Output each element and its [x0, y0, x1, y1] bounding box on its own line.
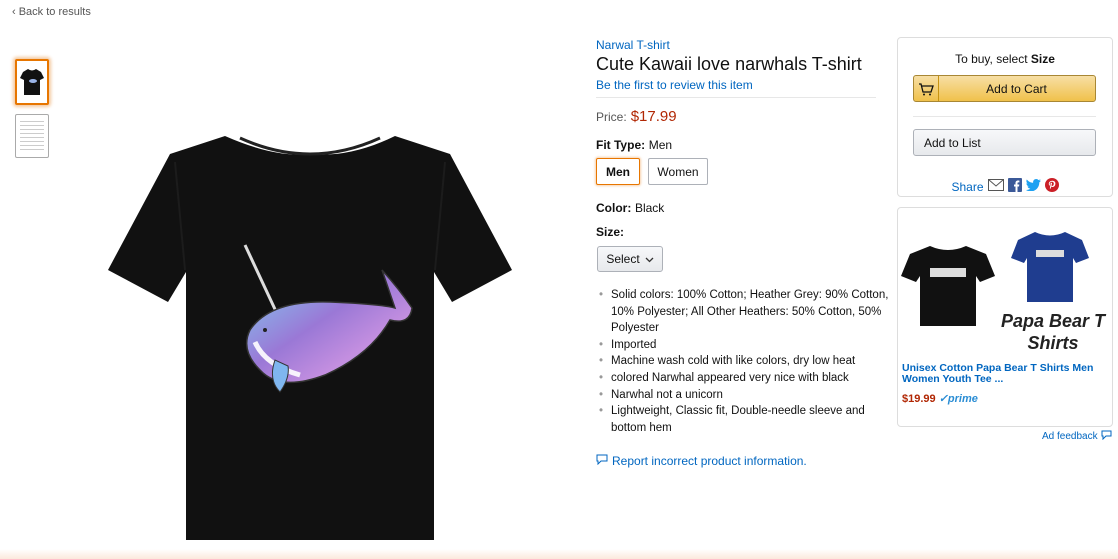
- feature-bullets: Solid colors: 100% Cotton; Heather Grey:…: [596, 287, 896, 436]
- add-to-cart-button[interactable]: Add to Cart: [913, 75, 1096, 102]
- buy-prompt-text: To buy, select: [955, 52, 1031, 66]
- feature-bullet: colored Narwhal appeared very nice with …: [599, 370, 896, 387]
- size-label: Size:: [596, 225, 625, 239]
- ad-blue-shirt-image: [1010, 226, 1090, 307]
- thumbnail-shirt[interactable]: [15, 59, 49, 105]
- report-info-link[interactable]: Report incorrect product information.: [596, 454, 807, 468]
- divider: [913, 116, 1096, 117]
- product-title: Cute Kawaii love narwhals T-shirt: [596, 54, 862, 74]
- brand-link[interactable]: Narwal T-shirt: [596, 38, 670, 52]
- ad-title-link[interactable]: Unisex Cotton Papa Bear T Shirts Men Wom…: [902, 363, 1107, 385]
- back-to-results-link[interactable]: ‹ Back to results: [12, 6, 91, 18]
- page-bottom-strip: [0, 549, 1118, 559]
- facebook-icon[interactable]: [1007, 178, 1022, 195]
- cart-icon: [914, 76, 939, 101]
- email-icon[interactable]: [987, 179, 1004, 194]
- prime-badge: ✓prime: [938, 393, 978, 405]
- first-review-link[interactable]: Be the first to review this item: [596, 78, 753, 92]
- feature-bullet: Lightweight, Classic fit, Double-needle …: [599, 403, 896, 436]
- fit-option-women[interactable]: Women: [648, 158, 708, 185]
- feature-bullet: Imported: [599, 337, 896, 354]
- feature-bullet: Solid colors: 100% Cotton; Heather Grey:…: [599, 287, 896, 337]
- fit-type-label: Fit Type:: [596, 138, 646, 152]
- color-value: Black: [634, 201, 665, 215]
- ad-black-shirt-image: [900, 238, 996, 331]
- narwhal-tshirt-image: [108, 136, 512, 540]
- main-product-image[interactable]: [100, 130, 520, 553]
- share-row: Share: [898, 178, 1112, 195]
- pinterest-icon[interactable]: [1044, 178, 1059, 195]
- comment-icon: [1101, 430, 1112, 443]
- ad-feedback-link[interactable]: Ad feedback: [1042, 430, 1112, 443]
- fit-option-men[interactable]: Men: [596, 158, 640, 185]
- feature-bullet: Narwhal not a unicorn: [599, 387, 896, 404]
- fit-type-row: Fit Type: Men: [596, 137, 672, 152]
- buy-prompt-size: Size: [1030, 52, 1055, 66]
- size-select-label: Select: [606, 252, 640, 266]
- feature-bullet: Machine wash cold with like colors, dry …: [599, 353, 896, 370]
- buy-prompt: To buy, select Size: [898, 52, 1112, 66]
- size-select[interactable]: Select: [597, 246, 663, 272]
- chevron-down-icon: [645, 252, 654, 266]
- share-label: Share: [951, 179, 984, 194]
- report-info-label: Report incorrect product information.: [612, 454, 807, 468]
- buy-box: To buy, select Size Add to Cart Add to L…: [897, 37, 1113, 197]
- color-label: Color:: [596, 201, 632, 215]
- ad-feedback-label: Ad feedback: [1042, 431, 1098, 442]
- thumbnail-size-chart[interactable]: [15, 114, 49, 158]
- comment-icon: [596, 454, 608, 468]
- fit-type-value: Men: [648, 138, 673, 152]
- sponsored-ad[interactable]: Papa Bear T Shirts Unisex Cotton Papa Be…: [897, 207, 1113, 427]
- add-to-cart-label: Add to Cart: [986, 82, 1047, 96]
- ad-tagline: Papa Bear T Shirts: [1000, 311, 1106, 353]
- ad-price: $19.99 ✓prime: [902, 392, 978, 405]
- divider: [596, 97, 876, 98]
- thumbnail-shirt-icon: [20, 69, 44, 95]
- twitter-icon[interactable]: [1025, 179, 1041, 194]
- price-row: Price: $17.99: [596, 108, 677, 125]
- price-label: Price:: [596, 110, 627, 124]
- ad-price-value: $19.99: [902, 393, 936, 405]
- add-to-list-button[interactable]: Add to List: [913, 129, 1096, 156]
- price-value: $17.99: [630, 108, 677, 125]
- color-row: Color: Black: [596, 200, 664, 215]
